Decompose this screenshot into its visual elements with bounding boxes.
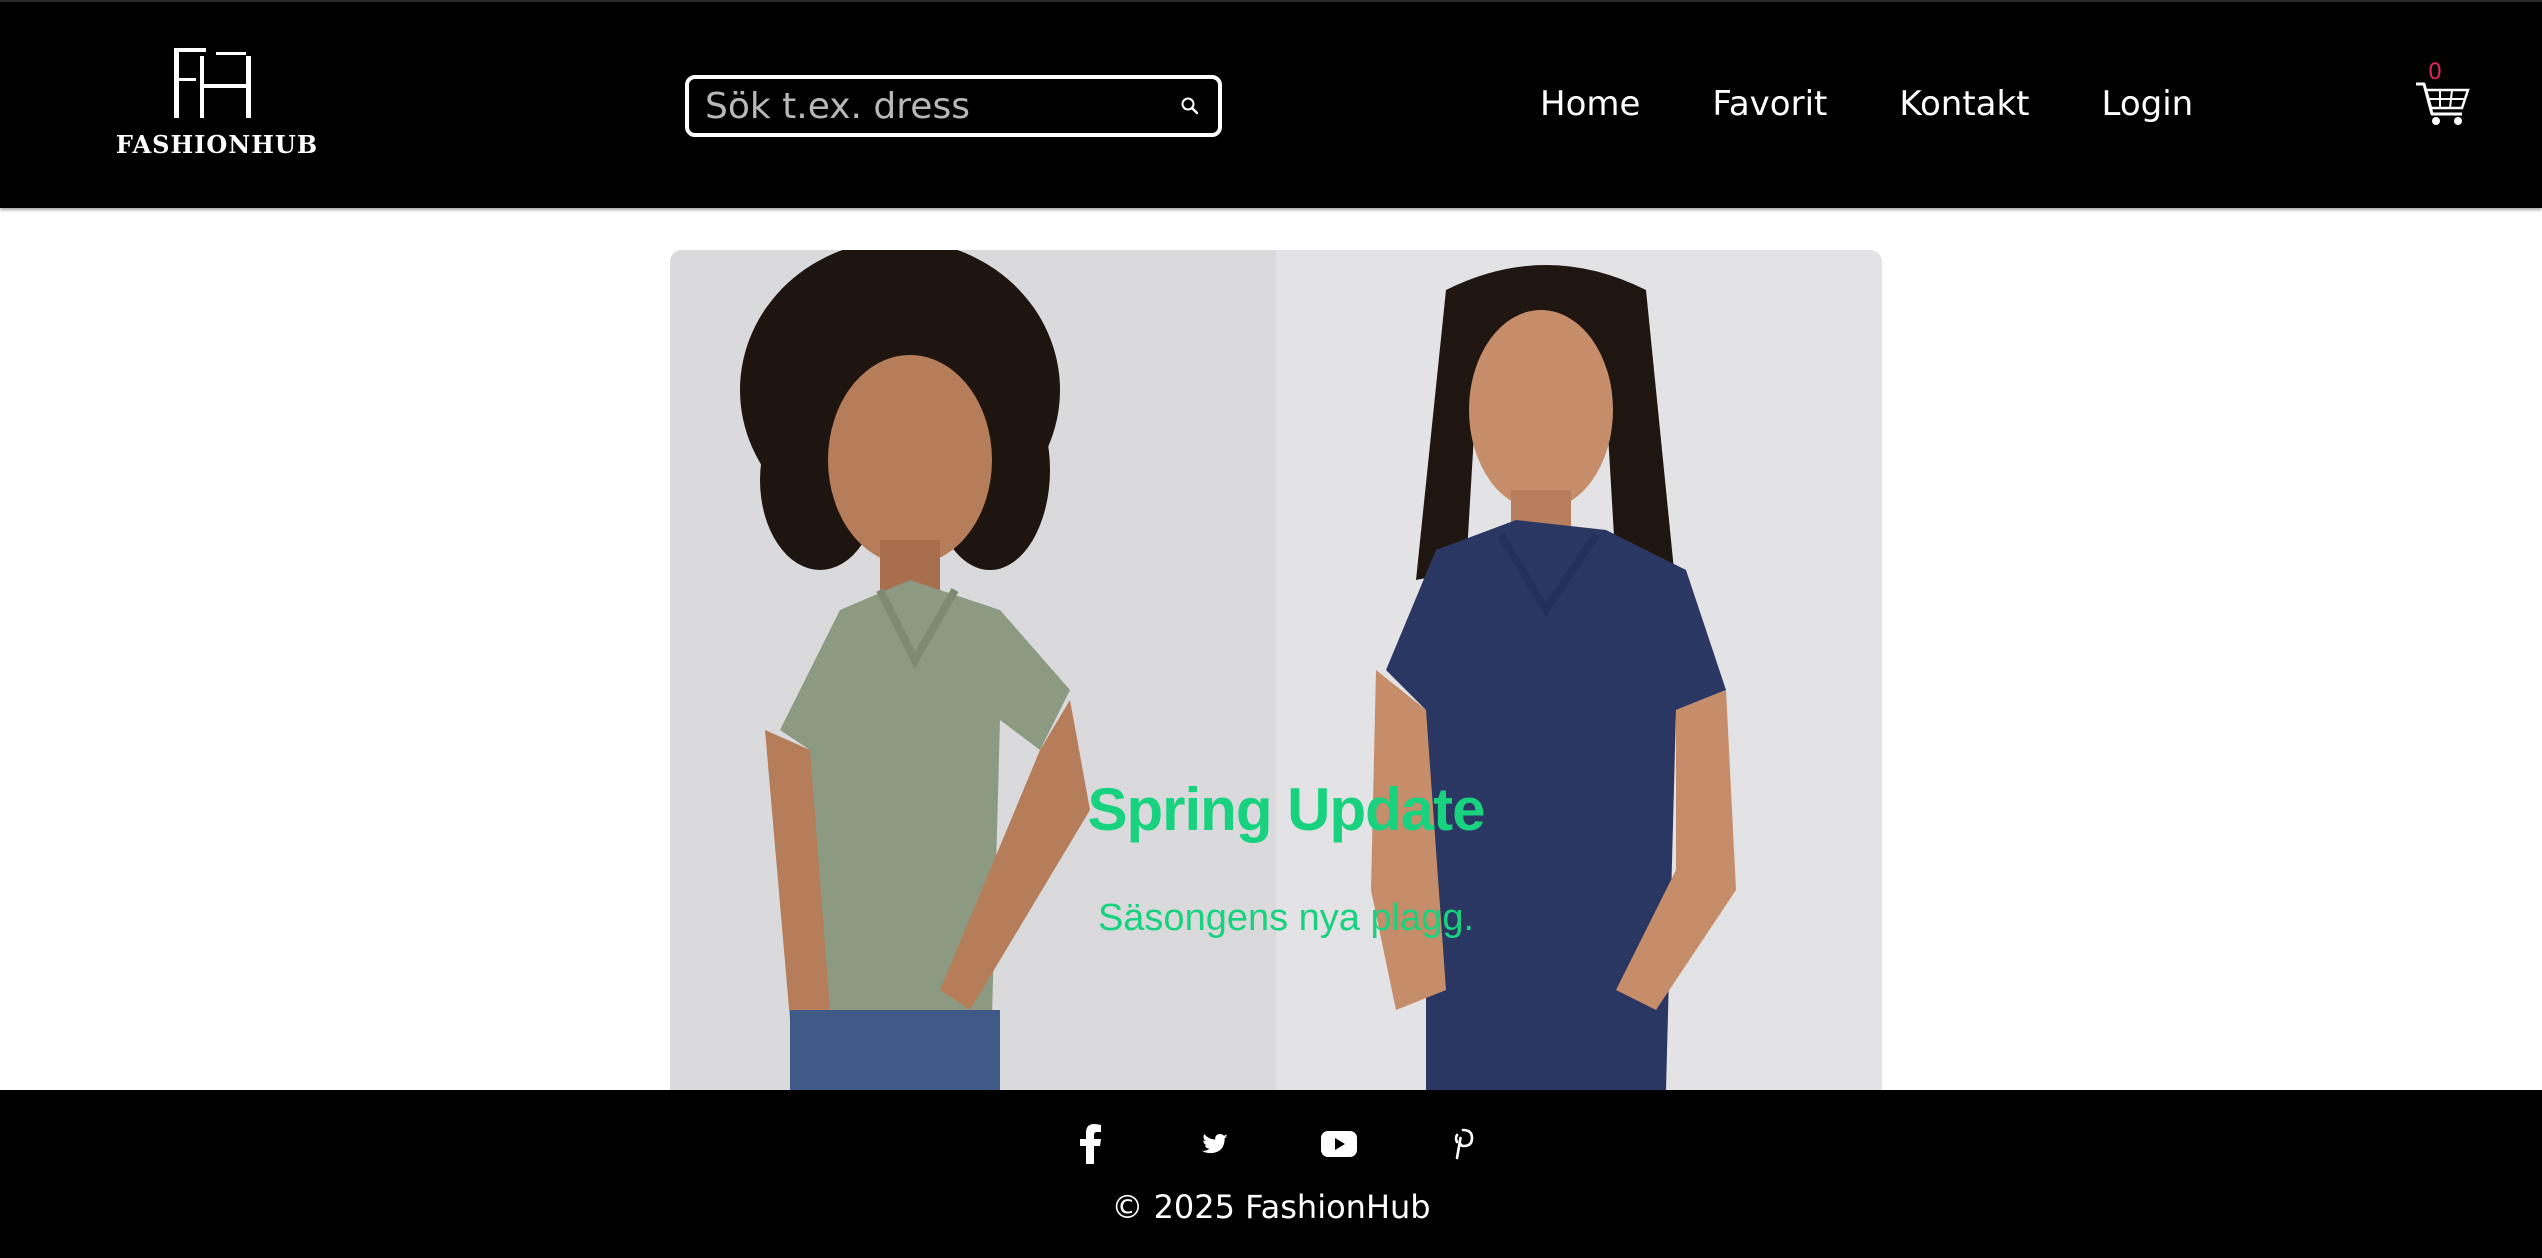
cart-count-badge: 0 (2428, 60, 2442, 85)
search-button[interactable] (1162, 79, 1218, 133)
nav-kontakt[interactable]: Kontakt (1899, 84, 2029, 124)
social-links (1071, 1122, 1483, 1166)
site-footer: © 2025 FashionHub (0, 1090, 2542, 1258)
hero-subtitle: Säsongens nya plagg. (1097, 897, 1475, 939)
copyright-text: © 2025 FashionHub (1111, 1188, 1431, 1226)
logo-link[interactable]: FASHIONHUB (92, 42, 342, 164)
logo-wordmark: FASHIONHUB (115, 130, 319, 159)
youtube-icon (1321, 1131, 1357, 1157)
nav-favorit[interactable]: Favorit (1712, 84, 1827, 124)
model-navy-tee-image (1276, 250, 1882, 1090)
nav-home[interactable]: Home (1540, 84, 1640, 124)
cart-icon (2416, 82, 2470, 125)
hero-title: Spring Update (1087, 776, 1485, 843)
search-icon (1181, 97, 1199, 115)
pinterest-link[interactable] (1443, 1122, 1483, 1166)
facebook-link[interactable] (1071, 1122, 1111, 1166)
twitter-icon (1201, 1134, 1228, 1154)
page: FASHIONHUB Home Favorit Kontakt Login (0, 0, 2542, 1258)
twitter-link[interactable] (1195, 1122, 1235, 1166)
cart-button[interactable] (2412, 62, 2472, 130)
site-header: FASHIONHUB Home Favorit Kontakt Login (0, 0, 2542, 208)
hero-image-right (1276, 250, 1882, 1090)
search-box (685, 75, 1222, 137)
model-sage-tee-image (670, 250, 1276, 1090)
hero-banner[interactable] (670, 250, 1882, 1090)
pinterest-icon (1454, 1128, 1474, 1160)
nav-login[interactable]: Login (2102, 84, 2194, 124)
search-input[interactable] (689, 79, 1162, 133)
main-nav: Home Favorit Kontakt Login (1540, 84, 2193, 124)
facebook-icon (1080, 1124, 1101, 1164)
logo-monogram-icon (174, 48, 251, 118)
hero-image-left (670, 250, 1276, 1090)
youtube-link[interactable] (1319, 1122, 1359, 1166)
